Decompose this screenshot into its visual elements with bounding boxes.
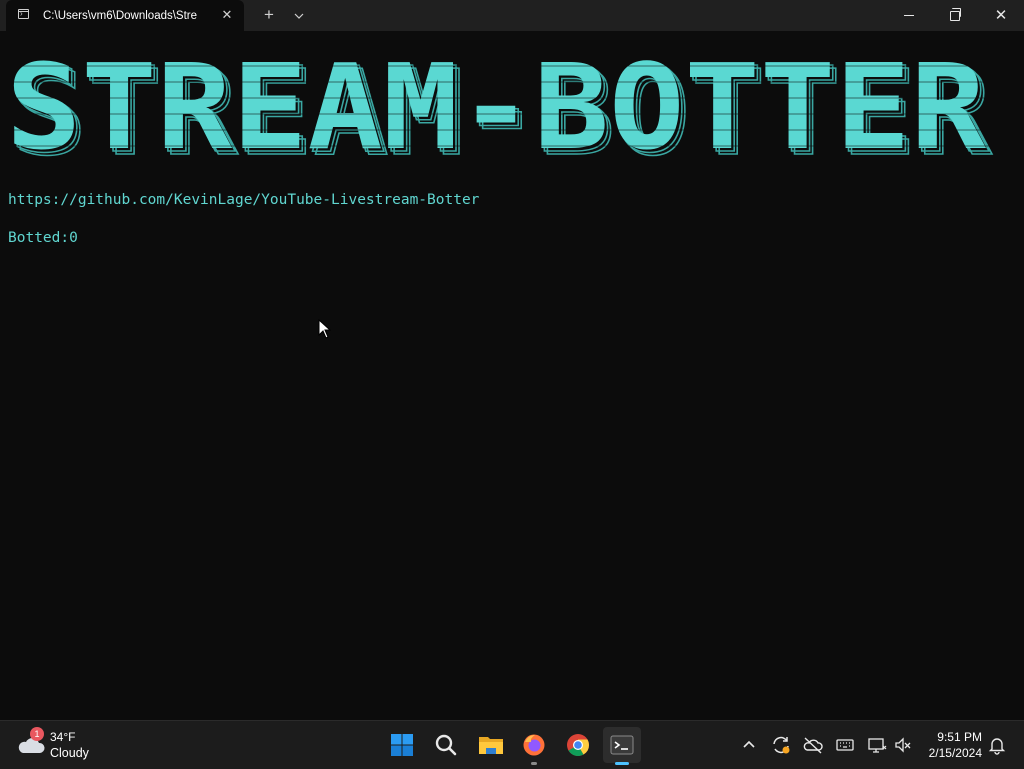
cloud-offline-icon: [803, 737, 823, 754]
tab-dropdown-button[interactable]: [290, 5, 308, 25]
search-icon: [435, 734, 457, 756]
show-hidden-icons-button[interactable]: [738, 734, 760, 756]
clock-date: 2/15/2024: [928, 746, 982, 760]
sync-tray-button[interactable]: [770, 734, 792, 756]
app-active-indicator: [615, 762, 629, 765]
terminal-content[interactable]: STREAM-BOTTER STREAM-BOTTER STREAM-BOTTE…: [0, 31, 1024, 720]
botted-counter: Botted:0: [8, 230, 78, 246]
folder-icon: [479, 737, 503, 754]
tab-close-button[interactable]: ✕: [218, 6, 236, 24]
clock-time: 9:51 PM: [937, 730, 982, 744]
chrome-icon: [567, 734, 589, 756]
chevron-down-icon: [294, 13, 304, 19]
app-running-indicator: [531, 762, 537, 765]
firefox-button[interactable]: [515, 727, 553, 765]
title-bar: C:\Users\vm6\Downloads\Stre ✕ + ✕: [0, 0, 1024, 31]
chevron-up-icon: [743, 740, 755, 748]
minimize-button[interactable]: [886, 0, 932, 31]
start-button[interactable]: [383, 727, 421, 763]
weather-temperature: 34°F: [50, 730, 76, 744]
notifications-button[interactable]: [986, 734, 1008, 756]
banner-graphic: STREAM-BOTTER STREAM-BOTTER STREAM-BOTTE…: [6, 58, 996, 170]
weather-widget[interactable]: 1 34°F Cloudy: [16, 727, 116, 763]
tab-title: C:\Users\vm6\Downloads\Stre: [43, 10, 198, 22]
sync-icon: [773, 736, 790, 754]
minimize-icon: [904, 15, 914, 17]
clock[interactable]: 9:51 PM 2/15/2024: [918, 729, 982, 761]
volume-tray-button[interactable]: [892, 734, 914, 756]
new-tab-button[interactable]: +: [258, 5, 280, 25]
bell-icon: [988, 738, 1006, 755]
repo-url-text[interactable]: https://github.com/KevinLage/YouTube-Liv…: [8, 191, 479, 209]
windows-logo-icon: [391, 734, 413, 756]
network-icon: [868, 738, 887, 753]
volume-muted-icon: [895, 737, 911, 753]
terminal-tab[interactable]: C:\Users\vm6\Downloads\Stre ✕: [6, 0, 244, 31]
console-icon: [18, 9, 29, 19]
taskbar: 1 34°F Cloudy 9:51 PM 2/15/2024: [0, 720, 1024, 769]
keyboard-icon: [836, 739, 854, 751]
keyboard-tray-button[interactable]: [834, 734, 856, 756]
close-button[interactable]: ✕: [978, 0, 1024, 31]
chrome-button[interactable]: [559, 727, 597, 763]
restore-icon: [950, 7, 961, 21]
mouse-cursor-icon: [318, 319, 332, 339]
search-button[interactable]: [427, 727, 465, 763]
terminal-button[interactable]: [603, 727, 641, 765]
firefox-icon: [523, 734, 545, 756]
network-tray-button[interactable]: [866, 734, 888, 756]
weather-condition: Cloudy: [50, 746, 89, 760]
weather-badge: 1: [30, 727, 44, 741]
onedrive-tray-button[interactable]: [802, 734, 824, 756]
file-explorer-button[interactable]: [471, 727, 509, 763]
restore-button[interactable]: [932, 0, 978, 31]
terminal-icon: [610, 735, 634, 755]
ascii-art-banner: STREAM-BOTTER STREAM-BOTTER STREAM-BOTTE…: [6, 58, 996, 170]
